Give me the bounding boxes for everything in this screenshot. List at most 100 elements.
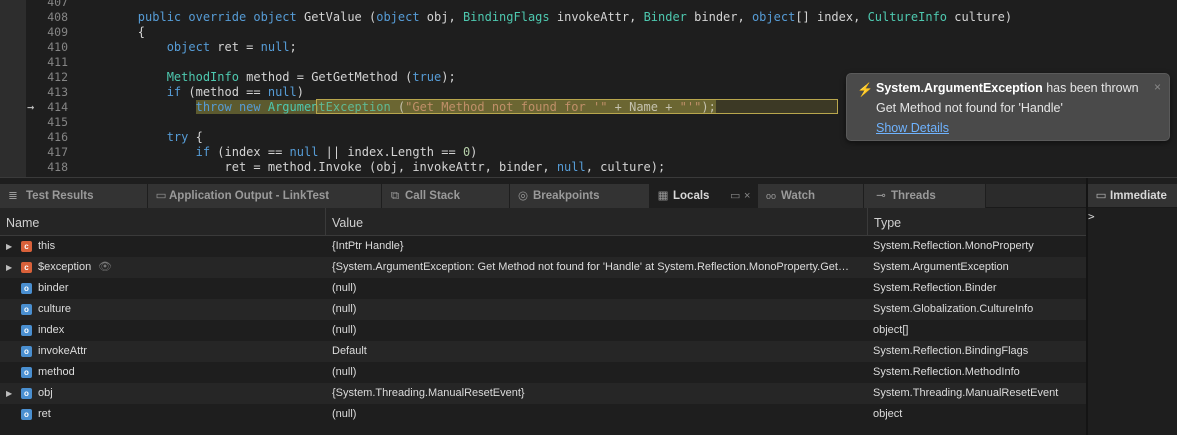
call-stack-icon: ⧉ bbox=[390, 190, 400, 202]
table-row[interactable]: o method (null) System.Reflection.MethodInf… bbox=[0, 362, 1086, 383]
name-cell: o invokeAttr bbox=[0, 341, 326, 362]
code-text: object ret = null; bbox=[80, 40, 297, 55]
variable-name: index bbox=[38, 324, 65, 336]
name-cell: o method bbox=[0, 362, 326, 383]
code-token: GetValue ( bbox=[303, 10, 377, 24]
close-icon[interactable]: × bbox=[744, 184, 750, 208]
code-line[interactable]: 407 bbox=[0, 0, 1177, 10]
tab-threads[interactable]: ⊸ Threads bbox=[864, 184, 986, 208]
table-row[interactable]: o binder (null) System.Reflection.Binder bbox=[0, 278, 1086, 299]
line-number: 409 bbox=[47, 25, 68, 39]
type-cell: System.ArgumentException bbox=[873, 261, 1009, 273]
variable-icon: o bbox=[21, 325, 32, 336]
tab-label: Watch bbox=[781, 190, 816, 202]
code-token: { bbox=[188, 130, 203, 144]
value-cell[interactable]: {System.Threading.ManualResetEvent} bbox=[332, 383, 864, 404]
code-token: ) bbox=[470, 145, 478, 159]
tab-test-results[interactable]: ≣ Test Results bbox=[0, 184, 148, 208]
code-line[interactable]: 410 object ret = null; bbox=[0, 40, 1177, 55]
show-details-link[interactable]: Show Details bbox=[876, 121, 949, 135]
watch-glasses-icon: oo bbox=[765, 191, 776, 201]
code-text: { bbox=[80, 25, 145, 40]
table-row[interactable]: ▶ c $exception 👁 {System.ArgumentException: … bbox=[0, 257, 1086, 278]
line-number: 415 bbox=[47, 115, 68, 129]
value-cell[interactable]: (null) bbox=[332, 404, 864, 425]
line-number: 412 bbox=[47, 70, 68, 84]
lightning-icon: ⚡ bbox=[857, 82, 874, 97]
type-cell: object bbox=[873, 408, 903, 420]
name-cell: ▶ c this bbox=[0, 236, 326, 257]
table-row[interactable]: o invokeAttr Default System.Reflection.Bind… bbox=[0, 341, 1086, 362]
variable-name: this bbox=[38, 240, 56, 252]
code-token: CultureInfo bbox=[867, 10, 948, 24]
code-line[interactable]: 417 if (index == null || index.Length ==… bbox=[0, 145, 1177, 160]
code-text: try { bbox=[80, 130, 203, 145]
threads-icon: ⊸ bbox=[876, 190, 886, 202]
immediate-console[interactable]: > bbox=[1088, 208, 1177, 435]
class-icon: c bbox=[21, 262, 32, 273]
locals-grid-icon: ▦ bbox=[657, 190, 669, 202]
expand-arrow-icon[interactable]: ▶ bbox=[6, 257, 12, 278]
table-row[interactable]: o culture (null) System.Globalization.Cultu… bbox=[0, 299, 1086, 320]
type-cell: System.Globalization.CultureInfo bbox=[873, 303, 1034, 315]
tab-immediate[interactable]: ▭ Immediate bbox=[1088, 184, 1177, 208]
line-number: 417 bbox=[47, 145, 68, 159]
tab-call-stack[interactable]: ⧉ Call Stack bbox=[382, 184, 510, 208]
value-cell[interactable]: {IntPtr Handle} bbox=[332, 236, 864, 257]
current-line-arrow-icon: → bbox=[27, 100, 35, 114]
code-editor[interactable]: 407 408 public override object GetValue (… bbox=[0, 0, 1177, 178]
close-icon[interactable]: × bbox=[1154, 80, 1161, 94]
code-token: if bbox=[195, 145, 211, 159]
tab-application-output[interactable]: ▭ Application Output - LinkTest bbox=[148, 184, 382, 208]
code-token: ; bbox=[289, 40, 297, 54]
code-line[interactable]: 418 ret = method.Invoke (obj, invokeAttr… bbox=[0, 160, 1177, 175]
tab-label: Test Results bbox=[26, 190, 94, 202]
table-row[interactable]: ▶ o obj {System.Threading.ManualResetEvent}… bbox=[0, 383, 1086, 404]
code-token: (index == bbox=[210, 145, 290, 159]
variable-name: invokeAttr bbox=[38, 345, 87, 357]
value-cell[interactable]: Default bbox=[332, 341, 864, 362]
variable-name: method bbox=[38, 366, 75, 378]
value-cell[interactable]: (null) bbox=[332, 278, 864, 299]
table-row[interactable]: o ret (null) object bbox=[0, 404, 1086, 425]
tab-watch[interactable]: oo Watch bbox=[758, 184, 864, 208]
variable-name: binder bbox=[38, 282, 69, 294]
code-line[interactable]: 411 bbox=[0, 55, 1177, 70]
tab-breakpoints[interactable]: ◎ Breakpoints bbox=[510, 184, 650, 208]
tab-locals[interactable]: ▦ Locals ▭ × bbox=[650, 184, 758, 208]
type-cell: System.Reflection.MethodInfo bbox=[873, 366, 1020, 378]
eye-icon[interactable]: 👁 bbox=[98, 257, 112, 278]
type-cell: object[] bbox=[873, 324, 909, 336]
value-cell[interactable]: (null) bbox=[332, 320, 864, 341]
variable-name: culture bbox=[38, 303, 72, 315]
variable-name: ret bbox=[38, 408, 51, 420]
code-token: if bbox=[166, 85, 182, 99]
expand-arrow-icon[interactable]: ▶ bbox=[6, 236, 12, 257]
column-header-type[interactable]: Type bbox=[868, 208, 1086, 236]
code-token: object bbox=[376, 10, 420, 24]
code-token: null bbox=[260, 40, 290, 54]
column-header-value[interactable]: Value bbox=[326, 208, 868, 236]
code-line[interactable]: 409 { bbox=[0, 25, 1177, 40]
code-text: MethodInfo method = GetGetMethod (true); bbox=[80, 70, 456, 85]
code-token: throw new bbox=[195, 100, 268, 114]
value-cell[interactable]: (null) bbox=[332, 362, 864, 383]
line-number: 411 bbox=[47, 55, 68, 69]
code-line[interactable]: 408 public override object GetValue (obj… bbox=[0, 10, 1177, 25]
table-row[interactable]: o index (null) object[] bbox=[0, 320, 1086, 341]
tab-label: Threads bbox=[891, 190, 936, 202]
class-icon: c bbox=[21, 241, 32, 252]
expand-arrow-icon[interactable]: ▶ bbox=[6, 383, 12, 404]
tab-label: Locals bbox=[673, 190, 710, 202]
name-cell: o ret bbox=[0, 404, 326, 425]
column-header-name[interactable]: Name bbox=[0, 208, 326, 236]
name-cell: ▶ o obj bbox=[0, 383, 326, 404]
value-cell[interactable]: {System.ArgumentException: Get Method no… bbox=[332, 257, 864, 278]
value-cell[interactable]: (null) bbox=[332, 299, 864, 320]
table-row[interactable]: ▶ c this {IntPtr Handle} System.Reflection.M… bbox=[0, 236, 1086, 257]
maximize-icon[interactable]: ▭ bbox=[730, 184, 740, 208]
type-cell: System.Threading.ManualResetEvent bbox=[873, 387, 1059, 399]
